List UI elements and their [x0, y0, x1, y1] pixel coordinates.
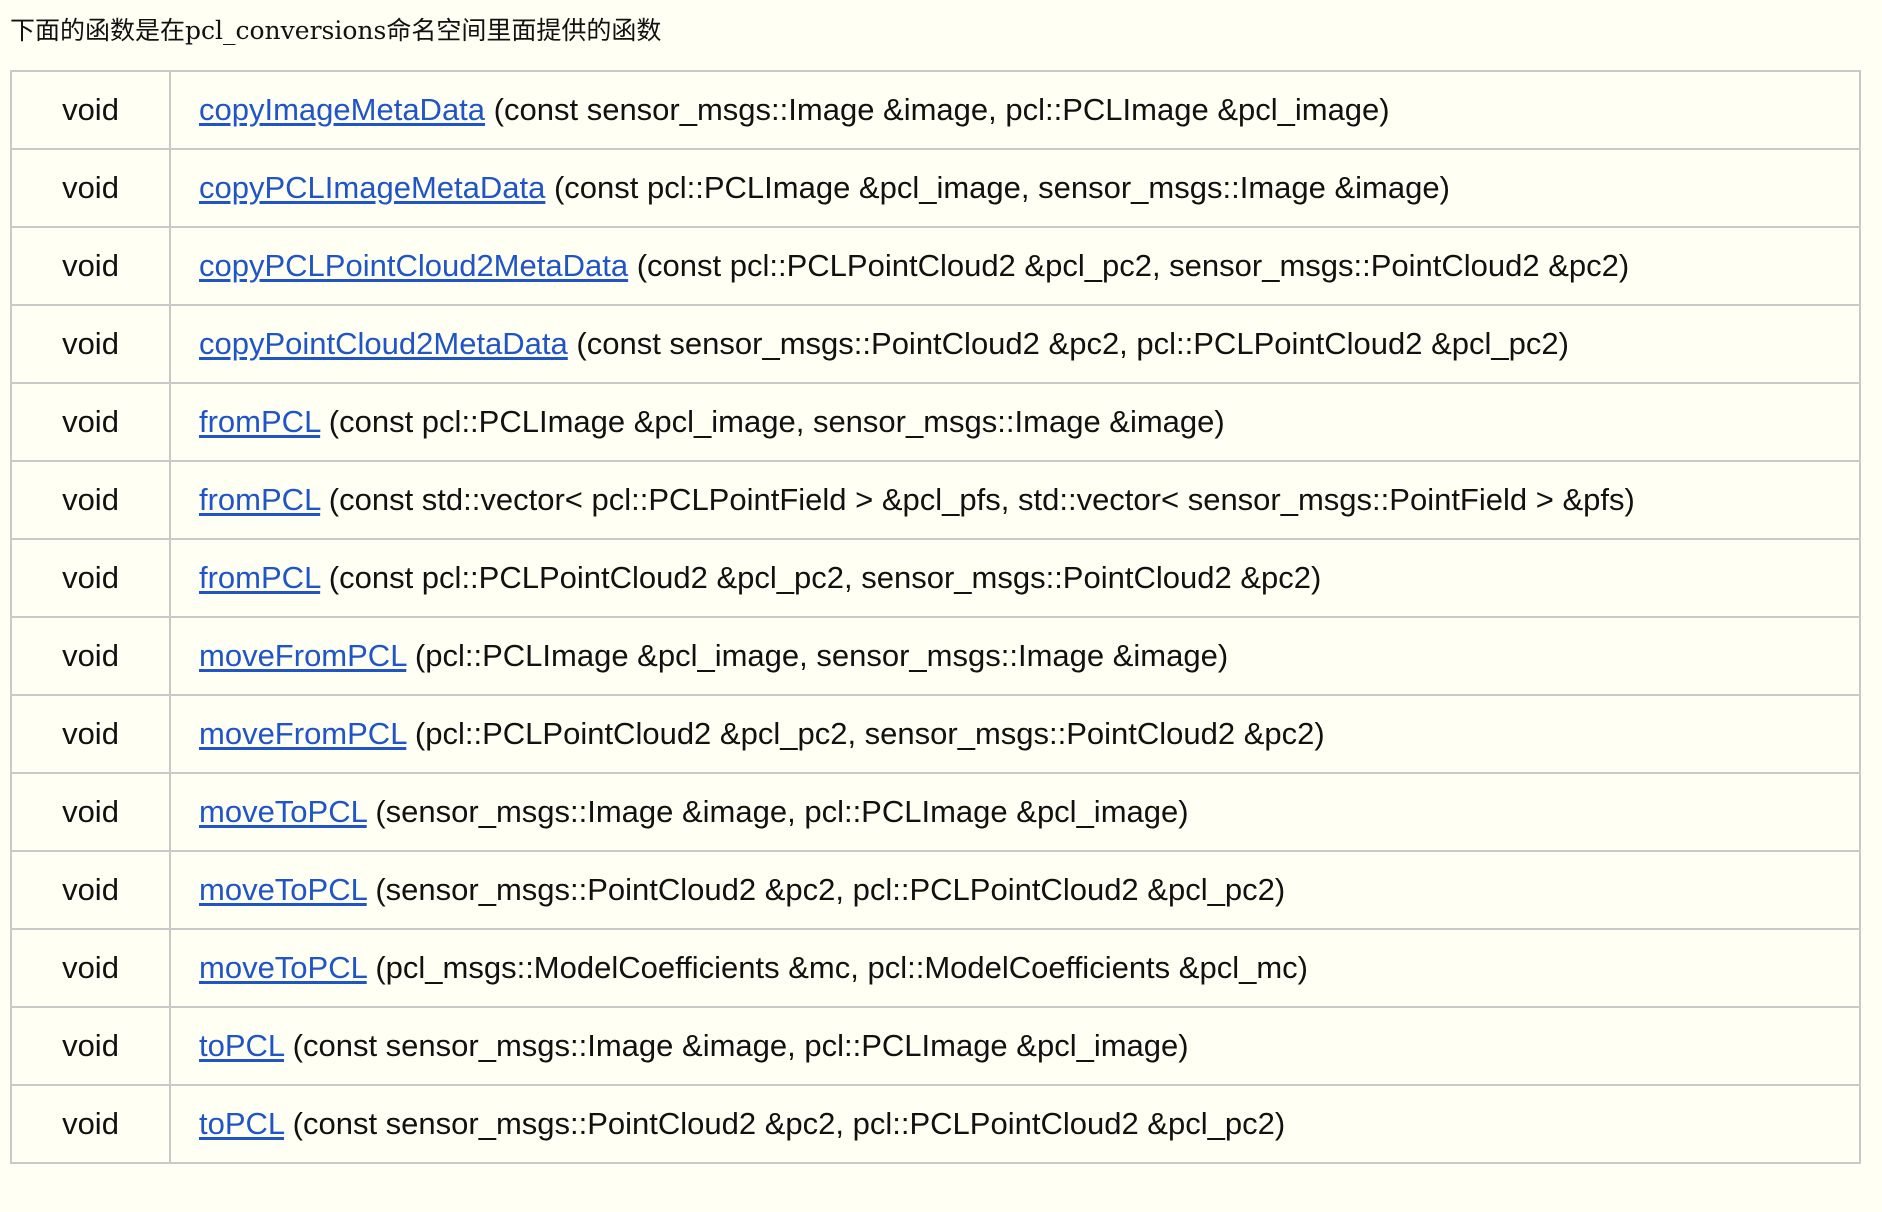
table-row: void toPCL (const sensor_msgs::Image &im…	[10, 1006, 1861, 1086]
return-type: void	[10, 382, 171, 462]
table-row: void copyPointCloud2MetaData (const sens…	[10, 304, 1861, 384]
table-row: void toPCL (const sensor_msgs::PointClou…	[10, 1084, 1861, 1164]
signature-cell: moveToPCL (sensor_msgs::PointCloud2 &pc2…	[169, 850, 1861, 930]
function-params: (const pcl::PCLImage &pcl_image, sensor_…	[553, 170, 1450, 205]
table-row: void moveToPCL (sensor_msgs::PointCloud2…	[10, 850, 1861, 930]
signature-cell: fromPCL (const pcl::PCLImage &pcl_image,…	[169, 382, 1861, 462]
table-row: void fromPCL (const pcl::PCLImage &pcl_i…	[10, 382, 1861, 462]
function-link[interactable]: fromPCL	[199, 404, 320, 439]
function-params: (const std::vector< pcl::PCLPointField >…	[328, 482, 1635, 517]
return-type: void	[10, 1084, 171, 1164]
signature-cell: copyImageMetaData (const sensor_msgs::Im…	[169, 70, 1861, 150]
function-params: (pcl::PCLImage &pcl_image, sensor_msgs::…	[414, 638, 1229, 673]
return-type: void	[10, 70, 171, 150]
return-type: void	[10, 694, 171, 774]
intro-text: 下面的函数是在pcl_conversions命名空间里面提供的函数	[10, 16, 662, 45]
return-type: void	[10, 1006, 171, 1086]
function-params: (pcl::PCLPointCloud2 &pcl_pc2, sensor_ms…	[414, 716, 1325, 751]
table-row: void copyImageMetaData (const sensor_msg…	[10, 70, 1861, 150]
signature-cell: copyPCLPointCloud2MetaData (const pcl::P…	[169, 226, 1861, 306]
table-row: void copyPCLPointCloud2MetaData (const p…	[10, 226, 1861, 306]
function-link[interactable]: moveFromPCL	[199, 716, 406, 751]
signature-cell: fromPCL (const std::vector< pcl::PCLPoin…	[169, 460, 1861, 540]
return-type: void	[10, 928, 171, 1008]
function-params: (const pcl::PCLPointCloud2 &pcl_pc2, sen…	[328, 560, 1322, 595]
signature-cell: moveFromPCL (pcl::PCLImage &pcl_image, s…	[169, 616, 1861, 696]
return-type: void	[10, 226, 171, 306]
function-table-body: void copyImageMetaData (const sensor_msg…	[10, 70, 1861, 1164]
function-link[interactable]: copyPointCloud2MetaData	[199, 326, 568, 361]
table-row: void fromPCL (const std::vector< pcl::PC…	[10, 460, 1861, 540]
function-link[interactable]: moveFromPCL	[199, 638, 406, 673]
return-type: void	[10, 616, 171, 696]
function-link[interactable]: copyPCLPointCloud2MetaData	[199, 248, 628, 283]
signature-cell: moveToPCL (pcl_msgs::ModelCoefficients &…	[169, 928, 1861, 1008]
function-params: (pcl_msgs::ModelCoefficients &mc, pcl::M…	[375, 950, 1308, 985]
function-link[interactable]: toPCL	[199, 1106, 284, 1141]
function-params: (const sensor_msgs::PointCloud2 &pc2, pc…	[576, 326, 1569, 361]
signature-cell: copyPointCloud2MetaData (const sensor_ms…	[169, 304, 1861, 384]
return-type: void	[10, 538, 171, 618]
return-type: void	[10, 772, 171, 852]
function-link[interactable]: moveToPCL	[199, 794, 367, 829]
table-row: void copyPCLImageMetaData (const pcl::PC…	[10, 148, 1861, 228]
function-link[interactable]: moveToPCL	[199, 950, 367, 985]
signature-cell: fromPCL (const pcl::PCLPointCloud2 &pcl_…	[169, 538, 1861, 618]
signature-cell: copyPCLImageMetaData (const pcl::PCLImag…	[169, 148, 1861, 228]
table-row: void fromPCL (const pcl::PCLPointCloud2 …	[10, 538, 1861, 618]
function-params: (sensor_msgs::Image &image, pcl::PCLImag…	[375, 794, 1189, 829]
function-link[interactable]: copyImageMetaData	[199, 92, 485, 127]
return-type: void	[10, 304, 171, 384]
return-type: void	[10, 148, 171, 228]
return-type: void	[10, 850, 171, 930]
function-table: void copyImageMetaData (const sensor_msg…	[10, 70, 1861, 1164]
function-link[interactable]: fromPCL	[199, 482, 320, 517]
signature-cell: moveFromPCL (pcl::PCLPointCloud2 &pcl_pc…	[169, 694, 1861, 774]
function-params: (const sensor_msgs::PointCloud2 &pc2, pc…	[292, 1106, 1286, 1141]
table-row: void moveFromPCL (pcl::PCLImage &pcl_ima…	[10, 616, 1861, 696]
function-params: (const sensor_msgs::Image &image, pcl::P…	[493, 92, 1390, 127]
function-link[interactable]: copyPCLImageMetaData	[199, 170, 545, 205]
table-row: void moveToPCL (pcl_msgs::ModelCoefficie…	[10, 928, 1861, 1008]
function-params: (sensor_msgs::PointCloud2 &pc2, pcl::PCL…	[375, 872, 1286, 907]
table-row: void moveFromPCL (pcl::PCLPointCloud2 &p…	[10, 694, 1861, 774]
function-link[interactable]: moveToPCL	[199, 872, 367, 907]
function-params: (const pcl::PCLPointCloud2 &pcl_pc2, sen…	[636, 248, 1630, 283]
function-params: (const sensor_msgs::Image &image, pcl::P…	[292, 1028, 1189, 1063]
function-link[interactable]: fromPCL	[199, 560, 320, 595]
function-params: (const pcl::PCLImage &pcl_image, sensor_…	[328, 404, 1225, 439]
function-link[interactable]: toPCL	[199, 1028, 284, 1063]
table-row: void moveToPCL (sensor_msgs::Image &imag…	[10, 772, 1861, 852]
signature-cell: moveToPCL (sensor_msgs::Image &image, pc…	[169, 772, 1861, 852]
signature-cell: toPCL (const sensor_msgs::PointCloud2 &p…	[169, 1084, 1861, 1164]
return-type: void	[10, 460, 171, 540]
signature-cell: toPCL (const sensor_msgs::Image &image, …	[169, 1006, 1861, 1086]
